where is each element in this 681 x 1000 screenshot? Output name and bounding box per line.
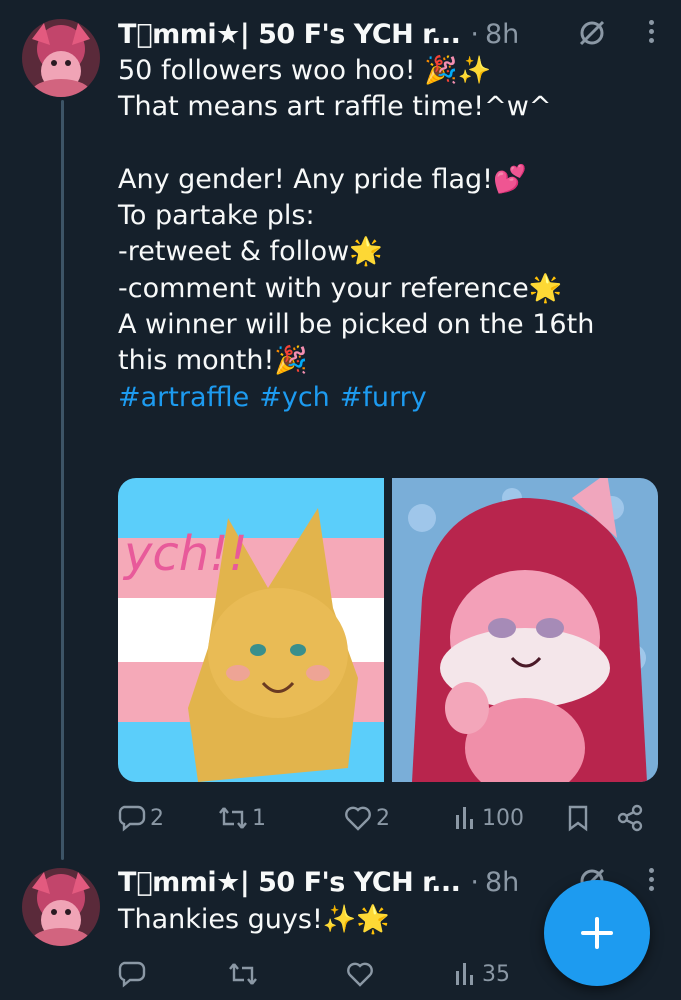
hashtag-link[interactable]: #ych: [259, 382, 330, 413]
share-icon: [617, 804, 643, 832]
views-count: 100: [482, 805, 524, 831]
plus-icon: [581, 917, 613, 949]
tweet-text-line: this month!🎉: [118, 345, 308, 377]
more-options-icon[interactable]: [641, 864, 661, 900]
reply-button[interactable]: 2: [118, 804, 164, 832]
like-button[interactable]: [346, 961, 378, 987]
media-gallery: ych!!: [118, 478, 659, 782]
heart-icon: [345, 806, 371, 831]
retweet-button[interactable]: [228, 960, 262, 988]
retweet-icon: [229, 963, 257, 985]
pink-fox-character-image[interactable]: [392, 478, 658, 782]
tweet-text-line: That means art raffle time!^w^: [118, 91, 552, 123]
thread-connector-line: [61, 100, 64, 860]
hashtag-link[interactable]: #artraffle: [118, 382, 249, 413]
hashtag-link[interactable]: #furry: [340, 382, 427, 413]
like-count: 2: [376, 805, 390, 831]
grok-icon[interactable]: [577, 18, 607, 55]
tweet-text-line: To partake pls:: [118, 200, 315, 232]
tweet-text-line: 50 followers woo hoo! 🎉✨: [118, 55, 492, 86]
reply-icon: [118, 961, 146, 988]
tweet-text-line: A winner will be picked on the 16th: [118, 309, 595, 341]
tweet-text-line: Any gender! Any pride flag!💕: [118, 163, 527, 195]
heart-icon: [347, 962, 373, 987]
compose-post-button[interactable]: [544, 880, 650, 986]
avatar[interactable]: [22, 868, 100, 946]
views-chart-icon: [456, 807, 473, 829]
retweet-button[interactable]: 1: [218, 804, 266, 832]
hashtags: #artraffle #ych #furry: [118, 380, 651, 416]
retweet-count: 1: [252, 805, 266, 831]
views-button[interactable]: 100: [454, 805, 524, 831]
separator: ·: [470, 866, 479, 898]
separator: ·: [470, 18, 479, 50]
bookmark-button[interactable]: [567, 804, 589, 832]
tweet-text-line: -retweet & follow🌟: [118, 236, 383, 268]
reply-button[interactable]: [118, 960, 150, 988]
tweet-text: 50 followers woo hoo! 🎉✨ That means art …: [118, 53, 651, 416]
views-button[interactable]: 35: [454, 961, 510, 987]
tweet-text-line: [118, 126, 651, 162]
display-name[interactable]: T⃠mmi★| 50 F's YCH r...: [118, 19, 461, 50]
timestamp[interactable]: 8h: [485, 867, 519, 898]
ych-trans-flag-fox-image[interactable]: ych!!: [118, 478, 384, 782]
like-button[interactable]: 2: [344, 805, 390, 831]
retweet-icon: [219, 807, 247, 829]
ych-overlay-text: ych!!: [122, 526, 248, 582]
display-name[interactable]: T⃠mmi★| 50 F's YCH r...: [118, 867, 461, 898]
bookmark-icon: [568, 805, 588, 832]
views-count: 35: [482, 961, 510, 987]
share-button[interactable]: [616, 804, 644, 832]
avatar[interactable]: [22, 19, 100, 97]
timestamp[interactable]: 8h: [485, 19, 519, 50]
tweet-actions: 2 1 2 100: [118, 798, 651, 838]
tweet-text-line: -comment with your reference🌟: [118, 272, 563, 304]
more-options-icon[interactable]: [641, 16, 661, 52]
reply-icon: [118, 805, 146, 832]
reply-count: 2: [150, 805, 164, 831]
tweet-header: T⃠mmi★| 50 F's YCH r... · 8h: [118, 12, 661, 56]
views-chart-icon: [456, 963, 473, 985]
